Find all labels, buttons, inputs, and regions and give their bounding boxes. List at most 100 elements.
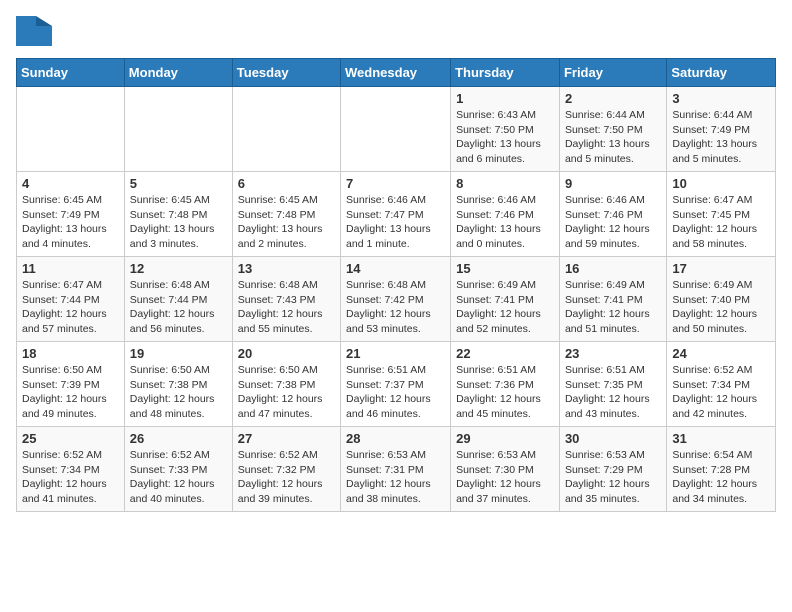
day-number: 31	[672, 431, 770, 446]
day-info: Sunrise: 6:52 AM Sunset: 7:34 PM Dayligh…	[22, 448, 119, 507]
day-number: 28	[346, 431, 445, 446]
calendar-cell: 18 Sunrise: 6:50 AM Sunset: 7:39 PM Dayli…	[17, 342, 125, 427]
day-info: Sunrise: 6:47 AM Sunset: 7:45 PM Dayligh…	[672, 193, 770, 252]
day-info: Sunrise: 6:53 AM Sunset: 7:29 PM Dayligh…	[565, 448, 661, 507]
day-info: Sunrise: 6:45 AM Sunset: 7:49 PM Dayligh…	[22, 193, 119, 252]
day-number: 21	[346, 346, 445, 361]
calendar-table: SundayMondayTuesdayWednesdayThursdayFrid…	[16, 58, 776, 512]
day-number: 26	[130, 431, 227, 446]
col-header-tuesday: Tuesday	[232, 59, 340, 87]
day-number: 15	[456, 261, 554, 276]
calendar-cell: 31 Sunrise: 6:54 AM Sunset: 7:28 PM Dayli…	[667, 427, 776, 512]
calendar-cell	[341, 87, 451, 172]
logo-icon	[16, 16, 52, 46]
day-number: 2	[565, 91, 661, 106]
col-header-thursday: Thursday	[451, 59, 560, 87]
calendar-cell	[124, 87, 232, 172]
day-info: Sunrise: 6:51 AM Sunset: 7:37 PM Dayligh…	[346, 363, 445, 422]
calendar-cell: 25 Sunrise: 6:52 AM Sunset: 7:34 PM Dayli…	[17, 427, 125, 512]
calendar-cell: 3 Sunrise: 6:44 AM Sunset: 7:49 PM Daylig…	[667, 87, 776, 172]
calendar-cell: 13Sunrise: 6:48 AM Sunset: 7:43 PM Dayli…	[232, 257, 340, 342]
calendar-cell: 6 Sunrise: 6:45 AM Sunset: 7:48 PM Daylig…	[232, 172, 340, 257]
day-info: Sunrise: 6:48 AM Sunset: 7:42 PM Dayligh…	[346, 278, 445, 337]
day-info: Sunrise: 6:50 AM Sunset: 7:38 PM Dayligh…	[238, 363, 335, 422]
calendar-cell: 29 Sunrise: 6:53 AM Sunset: 7:30 PM Dayli…	[451, 427, 560, 512]
week-row-3: 11 Sunrise: 6:47 AM Sunset: 7:44 PM Dayli…	[17, 257, 776, 342]
day-info: Sunrise: 6:44 AM Sunset: 7:49 PM Dayligh…	[672, 108, 770, 167]
col-header-sunday: Sunday	[17, 59, 125, 87]
day-number: 1	[456, 91, 554, 106]
calendar-cell: 15 Sunrise: 6:49 AM Sunset: 7:41 PM Dayli…	[451, 257, 560, 342]
calendar-cell: 5 Sunrise: 6:45 AM Sunset: 7:48 PM Daylig…	[124, 172, 232, 257]
day-number: 7	[346, 176, 445, 191]
day-number: 16	[565, 261, 661, 276]
calendar-cell: 1 Sunrise: 6:43 AM Sunset: 7:50 PM Daylig…	[451, 87, 560, 172]
day-number: 29	[456, 431, 554, 446]
week-row-4: 18 Sunrise: 6:50 AM Sunset: 7:39 PM Dayli…	[17, 342, 776, 427]
day-info: Sunrise: 6:50 AM Sunset: 7:38 PM Dayligh…	[130, 363, 227, 422]
calendar-cell: 16 Sunrise: 6:49 AM Sunset: 7:41 PM Dayli…	[559, 257, 666, 342]
calendar-cell: 28 Sunrise: 6:53 AM Sunset: 7:31 PM Dayli…	[341, 427, 451, 512]
day-number: 10	[672, 176, 770, 191]
week-row-2: 4 Sunrise: 6:45 AM Sunset: 7:49 PM Daylig…	[17, 172, 776, 257]
week-row-1: 1 Sunrise: 6:43 AM Sunset: 7:50 PM Daylig…	[17, 87, 776, 172]
day-info: Sunrise: 6:45 AM Sunset: 7:48 PM Dayligh…	[238, 193, 335, 252]
col-header-monday: Monday	[124, 59, 232, 87]
day-number: 9	[565, 176, 661, 191]
day-info: Sunrise: 6:54 AM Sunset: 7:28 PM Dayligh…	[672, 448, 770, 507]
day-number: 18	[22, 346, 119, 361]
day-number: 23	[565, 346, 661, 361]
day-number: 11	[22, 261, 119, 276]
day-info: Sunrise: 6:44 AM Sunset: 7:50 PM Dayligh…	[565, 108, 661, 167]
calendar-cell: 11 Sunrise: 6:47 AM Sunset: 7:44 PM Dayli…	[17, 257, 125, 342]
day-number: 22	[456, 346, 554, 361]
day-number: 3	[672, 91, 770, 106]
day-info: Sunrise: 6:53 AM Sunset: 7:31 PM Dayligh…	[346, 448, 445, 507]
day-info: Sunrise: 6:45 AM Sunset: 7:48 PM Dayligh…	[130, 193, 227, 252]
day-info: Sunrise: 6:50 AM Sunset: 7:39 PM Dayligh…	[22, 363, 119, 422]
day-number: 13	[238, 261, 335, 276]
day-info: Sunrise: 6:43 AM Sunset: 7:50 PM Dayligh…	[456, 108, 554, 167]
calendar-cell: 2 Sunrise: 6:44 AM Sunset: 7:50 PM Daylig…	[559, 87, 666, 172]
calendar-cell: 21 Sunrise: 6:51 AM Sunset: 7:37 PM Dayli…	[341, 342, 451, 427]
week-row-5: 25 Sunrise: 6:52 AM Sunset: 7:34 PM Dayli…	[17, 427, 776, 512]
calendar-cell: 22 Sunrise: 6:51 AM Sunset: 7:36 PM Dayli…	[451, 342, 560, 427]
calendar-cell: 26 Sunrise: 6:52 AM Sunset: 7:33 PM Dayli…	[124, 427, 232, 512]
calendar-cell: 23 Sunrise: 6:51 AM Sunset: 7:35 PM Dayli…	[559, 342, 666, 427]
day-info: Sunrise: 6:48 AM Sunset: 7:44 PM Dayligh…	[130, 278, 227, 337]
day-info: Sunrise: 6:52 AM Sunset: 7:33 PM Dayligh…	[130, 448, 227, 507]
calendar-cell: 27Sunrise: 6:52 AM Sunset: 7:32 PM Dayli…	[232, 427, 340, 512]
calendar-cell: 24 Sunrise: 6:52 AM Sunset: 7:34 PM Dayli…	[667, 342, 776, 427]
calendar-cell: 17Sunrise: 6:49 AM Sunset: 7:40 PM Dayli…	[667, 257, 776, 342]
page-header	[16, 16, 776, 46]
calendar-cell	[17, 87, 125, 172]
calendar-cell: 14Sunrise: 6:48 AM Sunset: 7:42 PM Dayli…	[341, 257, 451, 342]
day-info: Sunrise: 6:46 AM Sunset: 7:47 PM Dayligh…	[346, 193, 445, 252]
calendar-cell: 9Sunrise: 6:46 AM Sunset: 7:46 PM Daylig…	[559, 172, 666, 257]
col-header-friday: Friday	[559, 59, 666, 87]
day-info: Sunrise: 6:53 AM Sunset: 7:30 PM Dayligh…	[456, 448, 554, 507]
day-info: Sunrise: 6:49 AM Sunset: 7:41 PM Dayligh…	[456, 278, 554, 337]
col-header-saturday: Saturday	[667, 59, 776, 87]
day-number: 19	[130, 346, 227, 361]
day-info: Sunrise: 6:51 AM Sunset: 7:36 PM Dayligh…	[456, 363, 554, 422]
day-number: 25	[22, 431, 119, 446]
calendar-cell: 7 Sunrise: 6:46 AM Sunset: 7:47 PM Daylig…	[341, 172, 451, 257]
day-info: Sunrise: 6:51 AM Sunset: 7:35 PM Dayligh…	[565, 363, 661, 422]
day-info: Sunrise: 6:52 AM Sunset: 7:32 PM Dayligh…	[238, 448, 335, 507]
calendar-cell: 12Sunrise: 6:48 AM Sunset: 7:44 PM Dayli…	[124, 257, 232, 342]
day-info: Sunrise: 6:47 AM Sunset: 7:44 PM Dayligh…	[22, 278, 119, 337]
day-number: 24	[672, 346, 770, 361]
day-number: 8	[456, 176, 554, 191]
day-info: Sunrise: 6:46 AM Sunset: 7:46 PM Dayligh…	[456, 193, 554, 252]
day-number: 4	[22, 176, 119, 191]
calendar-cell: 8 Sunrise: 6:46 AM Sunset: 7:46 PM Daylig…	[451, 172, 560, 257]
day-info: Sunrise: 6:49 AM Sunset: 7:41 PM Dayligh…	[565, 278, 661, 337]
day-info: Sunrise: 6:52 AM Sunset: 7:34 PM Dayligh…	[672, 363, 770, 422]
calendar-cell: 30Sunrise: 6:53 AM Sunset: 7:29 PM Dayli…	[559, 427, 666, 512]
calendar-cell	[232, 87, 340, 172]
day-number: 6	[238, 176, 335, 191]
calendar-cell: 20Sunrise: 6:50 AM Sunset: 7:38 PM Dayli…	[232, 342, 340, 427]
day-number: 5	[130, 176, 227, 191]
day-number: 17	[672, 261, 770, 276]
